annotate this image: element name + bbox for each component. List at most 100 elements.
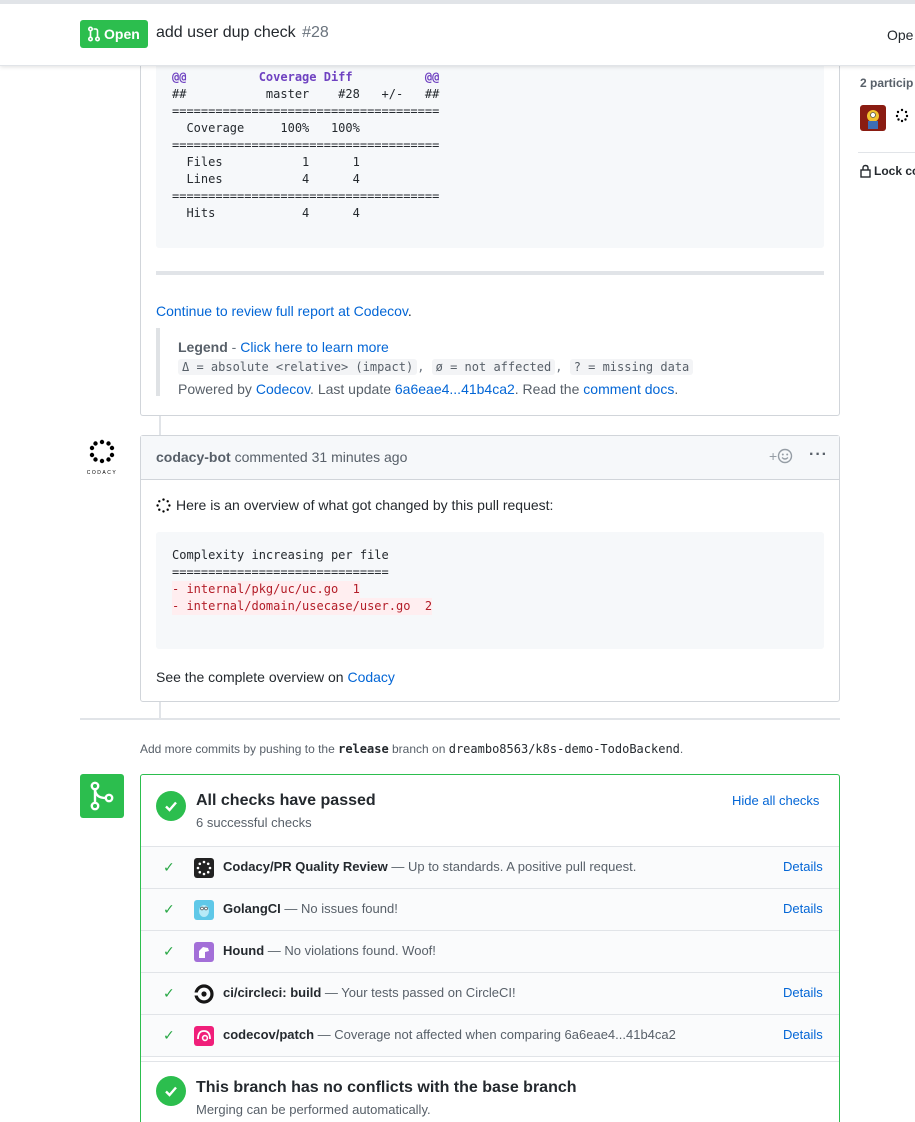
checks-subtitle: 6 successful checks <box>196 815 312 830</box>
legend-sep: - <box>227 339 241 355</box>
details-link[interactable]: Details <box>783 901 823 916</box>
check-circle-icon <box>156 1076 186 1106</box>
powered-by-line: Powered by Codecov. Last update 6a6eae4.… <box>178 381 678 397</box>
check-name: ci/circleci: build <box>223 985 322 1000</box>
legend-code: Δ = absolute <relative> (impact) <box>178 359 418 375</box>
repo-name: dreambo8563/k8s-demo-TodoBackend <box>448 742 680 756</box>
overview-line: Here is an overview of what got changed … <box>156 497 553 513</box>
codecov-icon <box>194 1026 214 1046</box>
continue-line: Continue to review full report at Codeco… <box>156 303 412 319</box>
check-name: GolangCI <box>223 901 281 916</box>
legend-codes: Δ = absolute <relative> (impact), ø = no… <box>178 359 694 375</box>
diff-line: Coverage 100% 100% <box>172 121 440 135</box>
smiley-icon <box>777 448 793 464</box>
check-desc: — No issues found! <box>280 901 398 916</box>
period: . <box>674 381 679 397</box>
codacy-icon <box>194 858 214 878</box>
codecov-link[interactable]: Codecov <box>256 381 310 397</box>
legend-label: Legend <box>178 339 228 355</box>
push-suffix: . <box>679 742 684 756</box>
overview-text: Here is an overview of what got changed … <box>176 497 554 513</box>
diff-line: @@ Coverage Diff @@ <box>172 70 440 84</box>
last-update-text: . Last update <box>310 381 395 397</box>
reaction-plus: + <box>769 448 778 464</box>
check-row-codacy: ✓ Codacy/PR Quality Review — Up to stand… <box>141 847 839 889</box>
no-conflicts-section: This branch has no conflicts with the ba… <box>141 1061 839 1122</box>
pr-title-text: add user dup check <box>156 24 296 41</box>
checks-title: All checks have passed <box>196 792 376 809</box>
details-link[interactable]: Details <box>783 985 823 1000</box>
complexity-code-block: Complexity increasing per file =========… <box>156 532 824 649</box>
legend-line: Legend - Click here to learn more <box>178 339 389 355</box>
codacy-comment: codacy-bot commented 31 minutes ago + ··… <box>140 435 840 702</box>
diff-line: Hits 4 4 <box>172 206 440 220</box>
participant-avatar[interactable] <box>889 105 915 131</box>
details-link[interactable]: Details <box>783 859 823 874</box>
comment-docs-link[interactable]: comment docs <box>583 381 674 397</box>
lock-label: Lock co <box>874 164 915 178</box>
header-right-text: Ope <box>887 27 914 43</box>
comment-time[interactable]: 31 minutes ago <box>312 449 408 465</box>
timeline-line <box>159 416 161 436</box>
lock-icon <box>860 164 871 178</box>
details-link[interactable]: Details <box>783 1027 823 1042</box>
check-row-golangci: ✓ GolangCI — No issues found! Details <box>141 889 839 931</box>
pr-state-label: Open <box>104 26 140 42</box>
check-desc: — Up to standards. A positive pull reque… <box>387 859 637 874</box>
comment-action: commented <box>234 449 308 465</box>
codacy-logo-icon: CODACY <box>87 439 116 476</box>
check-mark-icon: ✓ <box>163 901 175 917</box>
see-overview-line: See the complete overview on Codacy <box>156 669 395 685</box>
check-desc: — Your tests passed on CircleCI! <box>321 985 516 1000</box>
git-merge-icon <box>80 774 124 818</box>
no-conflicts-subtitle: Merging can be performed automatically. <box>196 1102 431 1117</box>
check-text: Codacy/PR Quality Review — Up to standar… <box>223 859 636 874</box>
participants-heading: 2 particip <box>860 76 914 90</box>
lock-conversation-button[interactable]: Lock co <box>860 164 915 178</box>
circleci-icon <box>194 984 214 1004</box>
pr-title: add user dup check #28 <box>156 24 329 42</box>
codacy-bot-avatar[interactable]: CODACY <box>80 438 124 482</box>
sidebar-separator <box>858 152 915 153</box>
code-title: Complexity increasing per file <box>172 548 389 562</box>
push-prefix: Add more commits by pushing to the <box>140 742 339 756</box>
legend-quote: Legend - Click here to learn more Δ = ab… <box>156 328 824 397</box>
check-row-circleci: ✓ ci/circleci: build — Your tests passed… <box>141 973 839 1015</box>
see-prefix: See the complete overview on <box>156 669 348 685</box>
add-reaction-button[interactable]: + <box>769 448 793 464</box>
sticky-pr-header: Open add user dup check #28 Ope <box>0 0 915 66</box>
coverage-diff-block: @@ Coverage Diff @@ ## master #28 +/- ##… <box>156 56 824 248</box>
codacy-link[interactable]: Codacy <box>347 669 394 685</box>
hide-all-checks-link[interactable]: Hide all checks <box>732 793 819 808</box>
pr-number: #28 <box>302 24 329 41</box>
check-text: Hound — No violations found. Woof! <box>223 943 436 958</box>
check-mark-icon: ✓ <box>163 985 175 1001</box>
check-row-hound: ✓ Hound — No violations found. Woof! <box>141 931 839 973</box>
check-name: codecov/patch <box>223 1027 315 1042</box>
codecov-comment: @@ Coverage Diff @@ ## master #28 +/- ##… <box>140 56 840 416</box>
commit-range-link[interactable]: 6a6eae4...41b4ca2 <box>395 381 515 397</box>
participant-avatar[interactable] <box>860 105 886 131</box>
diff-line: ===================================== <box>172 104 440 118</box>
read-the-text: . Read the <box>514 381 584 397</box>
check-mark-icon: ✓ <box>163 943 175 959</box>
check-text: codecov/patch — Coverage not affected wh… <box>223 1027 676 1042</box>
git-pull-request-icon <box>88 26 100 42</box>
hound-icon <box>194 942 214 962</box>
comment-menu-button[interactable]: ··· <box>809 446 828 464</box>
diff-line: ===================================== <box>172 189 440 203</box>
check-mark-icon: ✓ <box>163 859 175 875</box>
comment-meta: codacy-bot commented 31 minutes ago <box>156 449 407 465</box>
diff-line: ## master #28 +/- ## <box>172 87 440 101</box>
powered-prefix: Powered by <box>178 381 256 397</box>
push-middle: branch on <box>388 742 449 756</box>
comment-author[interactable]: codacy-bot <box>156 449 231 465</box>
continue-suffix: . <box>407 303 412 319</box>
learn-more-link[interactable]: Click here to learn more <box>240 339 389 355</box>
sidebar: 2 particip Lock co <box>858 66 915 226</box>
horizontal-rule <box>156 271 824 275</box>
timeline-divider <box>80 718 840 720</box>
diff-line: Lines 4 4 <box>172 172 440 186</box>
check-name: Codacy/PR Quality Review <box>223 859 388 874</box>
continue-report-link[interactable]: Continue to review full report at Codeco… <box>156 303 408 319</box>
